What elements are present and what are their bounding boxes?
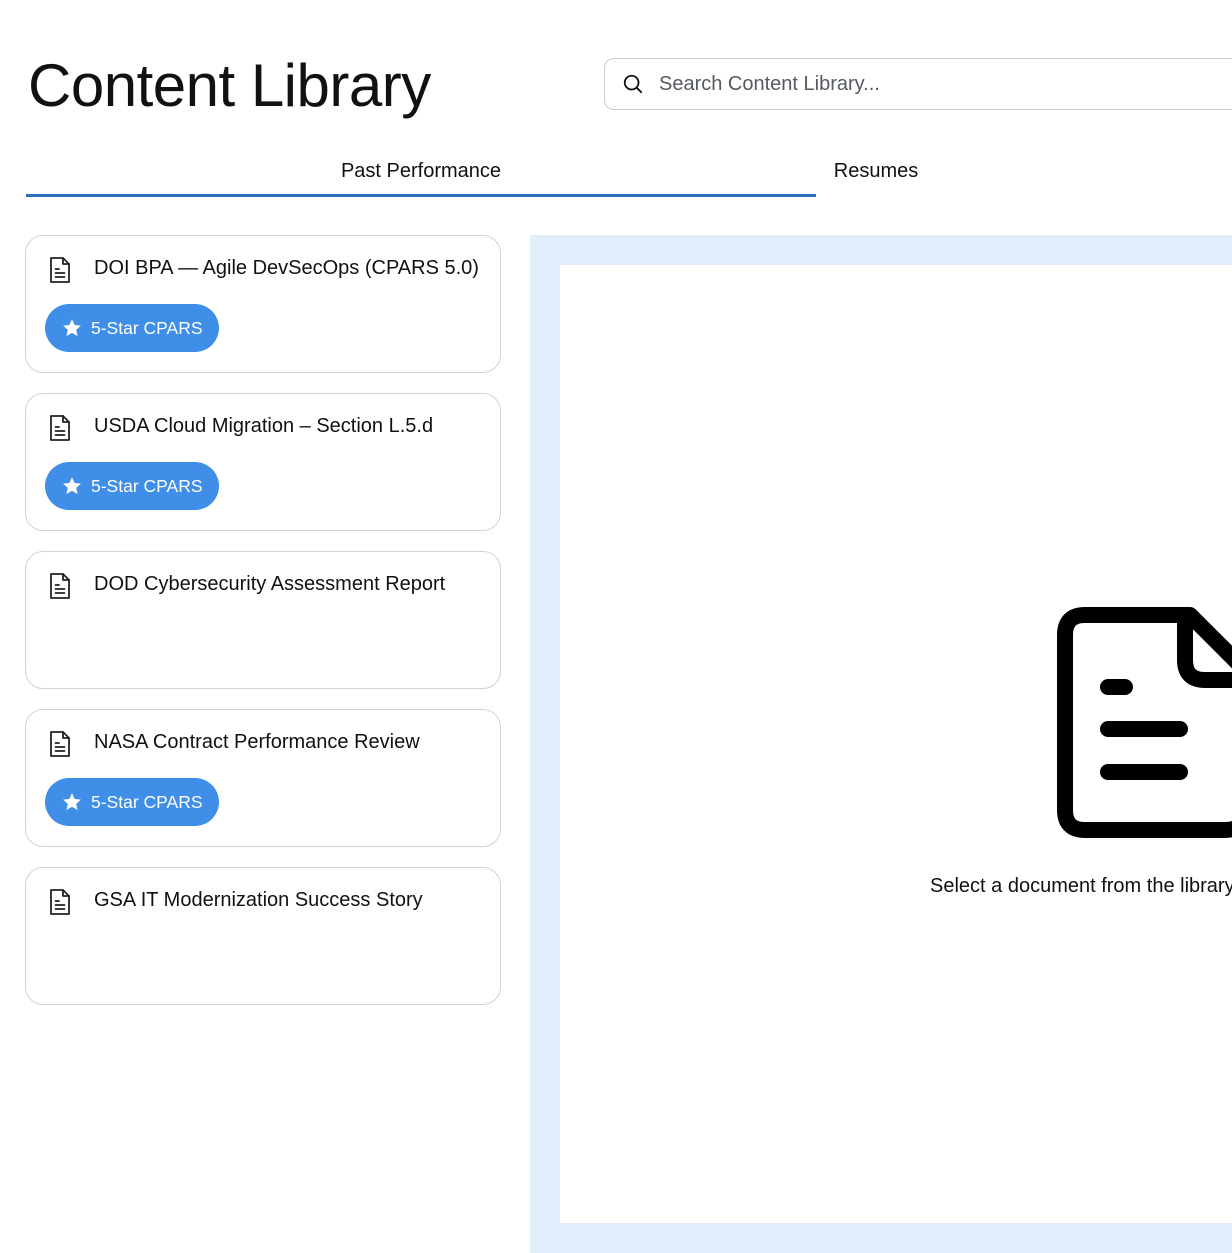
document-card[interactable]: USDA Cloud Migration – Section L.5.d 5-S… <box>25 393 501 531</box>
tab-resumes[interactable]: Resumes <box>816 148 936 194</box>
content-library-page: Content Library Past Performance Resumes… <box>0 0 1232 1253</box>
tab-past-performance[interactable]: Past Performance <box>26 148 816 197</box>
star-icon <box>61 317 83 339</box>
empty-preview-message: Select a document from the library to pr… <box>930 875 1232 897</box>
search-icon <box>621 72 645 96</box>
document-placeholder-icon <box>1057 607 1232 838</box>
document-icon <box>50 731 70 757</box>
document-icon <box>50 257 70 283</box>
page-title: Content Library <box>28 52 431 119</box>
badge-label: 5-Star CPARS <box>91 791 203 812</box>
document-card[interactable]: NASA Contract Performance Review 5-Star … <box>25 709 501 847</box>
document-icon <box>50 889 70 915</box>
badge-label: 5-Star CPARS <box>91 475 203 496</box>
document-title: DOD Cybersecurity Assessment Report <box>94 573 446 595</box>
badge-label: 5-Star CPARS <box>91 317 203 338</box>
cpars-badge: 5-Star CPARS <box>45 778 219 826</box>
star-icon <box>61 475 83 497</box>
cpars-badge: 5-Star CPARS <box>45 304 219 352</box>
search-input[interactable] <box>657 71 1221 97</box>
search-box[interactable] <box>604 58 1232 110</box>
tab-bar: Past Performance Resumes <box>26 148 1232 197</box>
document-card[interactable]: DOI BPA — Agile DevSecOps (CPARS 5.0) 5-… <box>25 235 501 373</box>
preview-canvas: Select a document from the library to pr… <box>560 265 1232 1223</box>
document-list: DOI BPA — Agile DevSecOps (CPARS 5.0) 5-… <box>25 235 501 1025</box>
document-title: GSA IT Modernization Success Story <box>94 889 423 911</box>
preview-pane: Select a document from the library to pr… <box>530 235 1232 1253</box>
document-icon <box>50 573 70 599</box>
document-title: USDA Cloud Migration – Section L.5.d <box>94 415 434 437</box>
document-title: NASA Contract Performance Review <box>94 731 420 753</box>
document-card[interactable]: DOD Cybersecurity Assessment Report <box>25 551 501 689</box>
document-icon <box>50 415 70 441</box>
cpars-badge: 5-Star CPARS <box>45 462 219 510</box>
document-title: DOI BPA — Agile DevSecOps (CPARS 5.0) <box>94 257 479 279</box>
star-icon <box>61 791 83 813</box>
document-card[interactable]: GSA IT Modernization Success Story <box>25 867 501 1005</box>
